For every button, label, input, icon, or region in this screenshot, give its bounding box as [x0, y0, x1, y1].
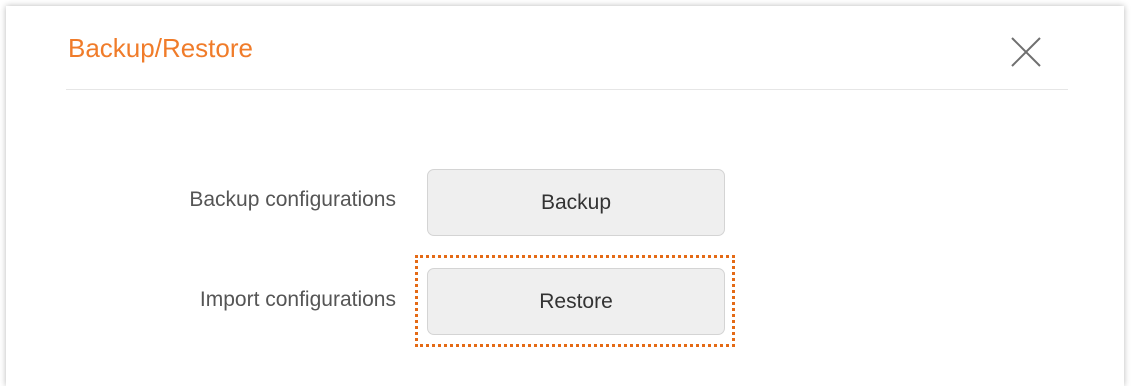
title-divider [66, 89, 1068, 90]
restore-button[interactable]: Restore [427, 268, 725, 335]
backup-button[interactable]: Backup [427, 169, 725, 236]
close-icon [1011, 37, 1041, 67]
backup-restore-dialog: Backup/Restore Backup configurations Bac… [6, 6, 1124, 386]
backup-configurations-label: Backup configurations [189, 188, 396, 211]
import-configurations-label: Import configurations [199, 288, 396, 311]
dialog-title: Backup/Restore [68, 33, 253, 63]
close-button[interactable] [1008, 34, 1044, 70]
